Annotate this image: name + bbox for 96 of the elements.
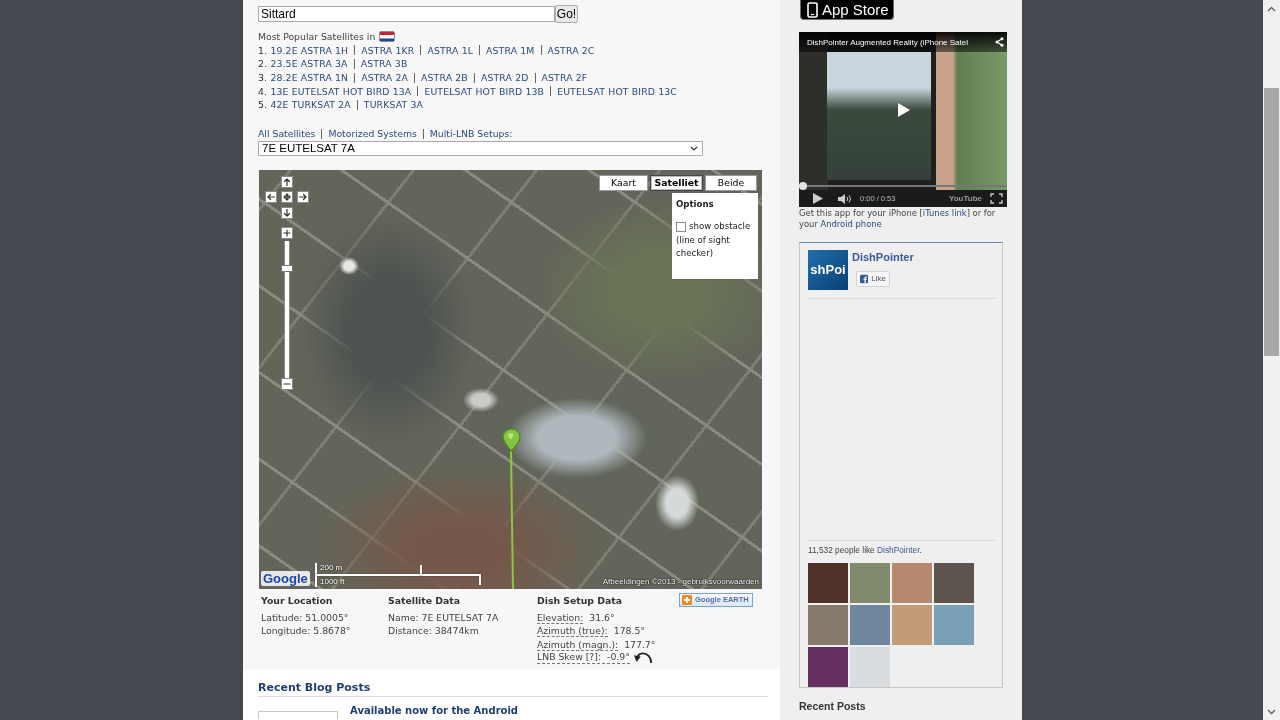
plus-icon: [682, 594, 692, 605]
fan-count-text: 11,532 people like DishPointer.: [808, 543, 922, 556]
dish-data-row: LNB Skew [?]: -0.9°: [537, 651, 630, 665]
move-icon: [283, 192, 291, 201]
fullscreen-icon[interactable]: [990, 193, 1003, 204]
avatar-photo-placeholder: [892, 562, 932, 603]
satellite-link[interactable]: ASTRA 2F: [541, 72, 588, 84]
satellite-link[interactable]: 42E TURKSAT 2A: [270, 99, 351, 111]
section-heading: Satellite Data: [388, 593, 460, 608]
satellite-data-text: Name: 7E EUTELSAT 7A: [388, 610, 499, 625]
chevron-down-icon: [690, 145, 698, 151]
options-title: Options: [676, 197, 714, 211]
phone-icon: [807, 1, 818, 18]
popular-satellites-heading: Most Popular Satellites in: [258, 31, 376, 43]
satellite-link[interactable]: 28.2E ASTRA 1N: [270, 72, 349, 84]
satellite-link[interactable]: ASTRA 1L: [427, 44, 474, 56]
plus-icon: [283, 228, 291, 237]
list-number: 2.: [258, 58, 267, 70]
sidebar-heading: Recent Posts: [799, 700, 866, 713]
like-button[interactable]: Like: [856, 270, 890, 287]
satellite-link[interactable]: 23.5E ASTRA 3A: [270, 58, 348, 70]
page-logo: shPoi: [808, 249, 848, 290]
avatar-photo-placeholder: [808, 562, 848, 603]
chevron-up-icon: [1267, 5, 1276, 12]
youtube-logo[interactable]: YouTube: [948, 194, 982, 203]
list-number: 1.: [258, 44, 267, 56]
avatar-photo-placeholder: [934, 604, 974, 645]
nav-link[interactable]: Motorized Systems: [328, 128, 417, 140]
scale-label: 200 m: [320, 562, 343, 573]
checkbox-label: show obstacle: [689, 220, 751, 234]
attribution-text: Afbeeldingen ©2013 - gebruiksvoorwaarden: [602, 576, 759, 587]
map-pin-icon: [502, 427, 521, 452]
section-heading: Dish Setup Data: [537, 593, 622, 608]
app-store-badge[interactable]: App Store: [800, 0, 894, 20]
satellite-link[interactable]: 13E EUTELSAT HOT BIRD 13A: [270, 85, 412, 97]
rotate-arrow-icon: [632, 651, 653, 665]
arrow-up-icon: [283, 177, 291, 186]
satellite-link[interactable]: TURKSAT 3A: [363, 99, 423, 111]
slider-thumb[interactable]: [281, 265, 293, 273]
app-note-text: Get this app for your iPhone [iTunes link] or for your Android phone: [799, 207, 997, 230]
post-title-link[interactable]: Available now for the Android: [350, 705, 518, 718]
section-heading: Recent Blog Posts: [258, 681, 768, 698]
checkbox[interactable]: [676, 221, 686, 232]
satellite-link[interactable]: ASTRA 2B: [421, 72, 468, 84]
satellite-link[interactable]: ASTRA 2D: [480, 72, 529, 84]
avatar-photo-placeholder: [808, 646, 848, 687]
page-name-link[interactable]: DishPointer: [852, 250, 914, 264]
satellite-link[interactable]: ASTRA 1M: [486, 44, 535, 56]
dish-data-row: Azimuth (true): 178.5°: [537, 624, 645, 638]
satellite-link[interactable]: ASTRA 3B: [360, 58, 408, 70]
dish-data-row: Elevation: 31.6°: [537, 610, 615, 625]
scroll-down-button[interactable]: [1263, 703, 1280, 720]
avatar-photo-placeholder: [892, 604, 932, 645]
location-input[interactable]: Sittard: [258, 6, 555, 22]
satellite-link[interactable]: ASTRA 1KR: [361, 44, 415, 56]
satellite-link[interactable]: EUTELSAT HOT BIRD 13C: [557, 85, 677, 97]
satellite-link[interactable]: ASTRA 2A: [361, 72, 409, 84]
list-number: 4.: [258, 85, 267, 97]
flag-icon: [379, 31, 396, 43]
share-icon[interactable]: [995, 37, 1004, 47]
arrow-right-icon: [299, 192, 307, 201]
avatar-photo-placeholder: [850, 562, 890, 603]
satellite-link[interactable]: 19.2E ASTRA 1H: [270, 44, 349, 56]
list-number: 3.: [258, 72, 267, 84]
avatar-photo-placeholder: [808, 604, 848, 645]
location-data-text: Longitude: 5.8678°: [261, 624, 351, 638]
play-icon[interactable]: [813, 193, 823, 204]
arrow-left-icon: [267, 192, 275, 201]
volume-icon[interactable]: [838, 193, 852, 204]
dish-data-row: Azimuth (magn.): 177.7°: [537, 637, 656, 652]
video-scrubber[interactable]: [799, 182, 807, 190]
video-progress-track[interactable]: [799, 182, 1007, 190]
nav-link[interactable]: Multi-LNB Setups:: [429, 128, 513, 140]
go-button[interactable]: Go!: [555, 5, 578, 23]
satellite-select[interactable]: 7E EUTELSAT 7A: [258, 140, 703, 156]
location-data-text: Latitude: 51.0005°: [261, 610, 349, 625]
zoom-slider[interactable]: [281, 240, 293, 378]
chevron-down-icon: [1267, 708, 1276, 715]
satellite-link[interactable]: EUTELSAT HOT BIRD 13B: [424, 85, 545, 97]
section-heading: Your Location: [261, 593, 333, 608]
scrollbar-thumb[interactable]: [1264, 88, 1279, 356]
nav-link[interactable]: All Satellites: [258, 128, 316, 140]
avatar-photo-placeholder: [850, 604, 890, 645]
video-title[interactable]: DishPointer Augmented Reality (iPhone Satel: [807, 37, 991, 47]
list-number: 5.: [258, 99, 267, 111]
arrow-down-icon: [283, 208, 291, 217]
satellite-link[interactable]: ASTRA 2C: [547, 44, 595, 56]
avatar-photo-placeholder: [850, 646, 890, 687]
text-link[interactable]: Android phone: [820, 218, 882, 229]
scale-label: 1000 ft: [320, 576, 345, 587]
scroll-up-button[interactable]: [1263, 0, 1280, 17]
avatar-photo-placeholder: [934, 562, 974, 603]
satellite-data-text: Distance: 38474km: [388, 624, 479, 638]
checkbox-note: (line of sight checker): [676, 233, 731, 261]
f-logo-icon: [860, 273, 869, 284]
play-icon[interactable]: [898, 103, 910, 117]
